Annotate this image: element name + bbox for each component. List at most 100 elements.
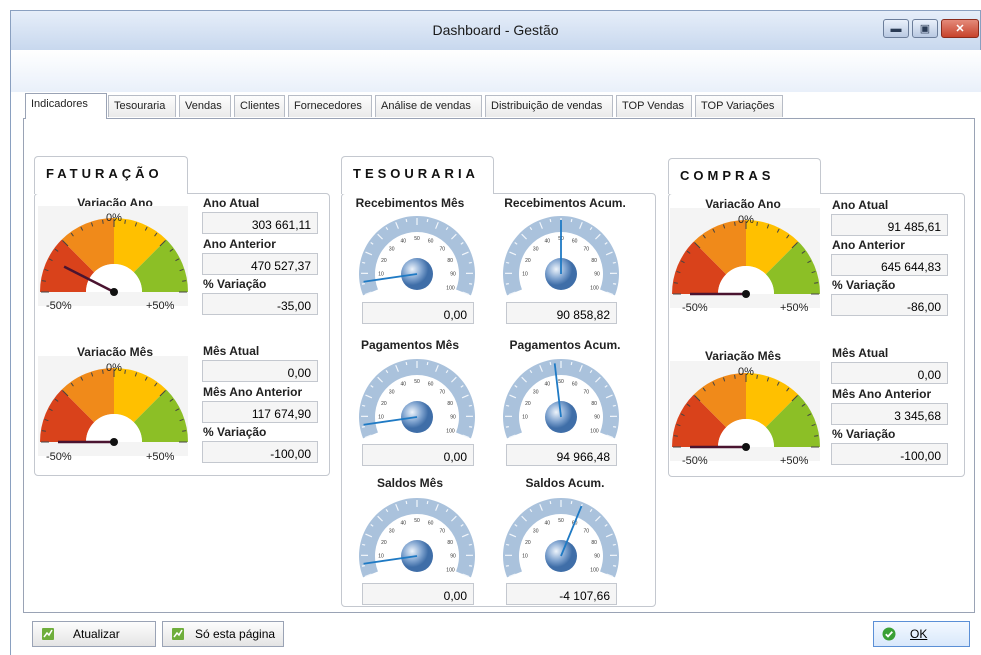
dial-tick-label: 80 [591, 258, 597, 264]
dial-tick-label: 60 [572, 239, 578, 245]
dial-tick-label: 40 [545, 239, 551, 245]
dial-tick [362, 404, 366, 407]
faturacao-title: FATURAÇÃO [34, 156, 188, 194]
tab-indicadores[interactable]: Indicadores [25, 93, 107, 119]
tab-top-variacoes[interactable]: TOP Variações [695, 95, 783, 117]
compras-var-mes-label: % Variação [832, 427, 896, 441]
faturacao-gauge1-min: -50% [46, 300, 72, 312]
saldos-acum-label: Saldos Acum. [525, 476, 605, 490]
window-title: Dashboard - Gestão [432, 22, 559, 38]
page-chart-icon [172, 628, 184, 640]
tab-vendas[interactable]: Vendas [179, 95, 231, 117]
tab-fornecedores[interactable]: Fornecedores [288, 95, 372, 117]
tab-tesouraria[interactable]: Tesouraria [108, 95, 176, 117]
dial-tick-label: 60 [428, 521, 434, 527]
faturacao-mes-atual-field[interactable]: 0,00 [202, 360, 318, 382]
so-esta-pagina-button[interactable]: Só esta página [162, 621, 284, 647]
dial-tick-label: 90 [594, 415, 600, 421]
dial-tick [361, 426, 365, 428]
saldos-acum-field[interactable]: -4 107,66 [506, 583, 617, 605]
tab-analise-vendas[interactable]: Análise de vendas [375, 95, 482, 117]
dial-tick [505, 426, 509, 428]
compras-mes-atual-label: Mês Atual [832, 346, 889, 360]
dial-tick [426, 218, 429, 223]
compras-mes-ano-anterior-field[interactable]: 3 345,68 [831, 403, 948, 425]
faturacao-gauge2-min: -50% [46, 451, 72, 463]
dial-tick-label: 70 [440, 246, 446, 252]
faturacao-mes-ano-anterior-field[interactable]: 117 674,90 [202, 401, 318, 423]
dial-tick-label: 100 [446, 285, 455, 291]
tab-distribuicao-vendas[interactable]: Distribuição de vendas [485, 95, 613, 117]
gauge-tick [814, 282, 819, 284]
dial-tick-label: 70 [584, 528, 590, 534]
dial-tick [506, 404, 510, 407]
dial-tick-label: 10 [378, 272, 384, 278]
dial-tick-label: 100 [446, 428, 455, 434]
dial-tick [362, 261, 366, 264]
recebimentos-mes-field[interactable]: 0,00 [362, 302, 474, 324]
faturacao-ano-anterior-label: Ano Anterior [203, 237, 276, 251]
compras-var-ano-field[interactable]: -86,00 [831, 294, 948, 316]
faturacao-ano-anterior-field[interactable]: 470 527,37 [202, 253, 318, 275]
gauge-tick [756, 374, 758, 379]
faturacao-var-ano-field[interactable]: -35,00 [202, 293, 318, 315]
restore-button[interactable]: ▣ [912, 19, 938, 38]
pagamentos-acum-dial: 10203040 50 60708090100 [503, 359, 619, 439]
tab-clientes[interactable]: Clientes [234, 95, 285, 117]
dial-tick [549, 361, 552, 366]
dial-tick-label: 60 [428, 239, 434, 245]
dial-tick-label: 90 [594, 272, 600, 278]
pagamentos-mes-label: Pagamentos Mês [360, 338, 460, 352]
close-button[interactable]: ✕ [941, 19, 979, 38]
faturacao-ano-atual-label: Ano Atual [203, 196, 260, 210]
gauge-tick [41, 280, 46, 282]
pagamentos-acum-field[interactable]: 94 966,48 [506, 444, 617, 466]
dial-tick [505, 565, 509, 567]
ok-button[interactable]: OK [873, 621, 970, 647]
tab-top-vendas[interactable]: TOP Vendas [616, 95, 692, 117]
dial-tick [506, 261, 510, 264]
compras-ano-anterior-label: Ano Anterior [832, 238, 905, 252]
dial-tick [361, 565, 365, 567]
compras-gauge1-zero: 0% [738, 214, 754, 226]
saldos-mes-field[interactable]: 0,00 [362, 583, 474, 605]
compras-ano-atual-label: Ano Atual [832, 198, 889, 212]
atualizar-button[interactable]: Atualizar [32, 621, 156, 647]
dial-tick-label: 10 [522, 415, 528, 421]
dial-tick-label: 60 [428, 382, 434, 388]
dial-tick [612, 543, 616, 546]
compras-mes-atual-field[interactable]: 0,00 [831, 362, 948, 384]
faturacao-var-mes-field[interactable]: -100,00 [202, 441, 318, 463]
gauge-tick [814, 435, 819, 437]
compras-var-mes-field[interactable]: -100,00 [831, 443, 948, 465]
ok-label: OK [910, 627, 928, 641]
faturacao-gauge2-zero: 0% [106, 362, 122, 374]
recebimentos-acum-field[interactable]: 90 858,82 [506, 302, 617, 324]
compras-var-ano-label: % Variação [832, 278, 896, 292]
faturacao-ano-atual-field[interactable]: 303 661,11 [202, 212, 318, 234]
dial-tick [469, 565, 473, 567]
dial-tick [570, 500, 573, 505]
faturacao-gauge1-zero: 0% [106, 212, 122, 224]
dial-tick [613, 283, 617, 285]
dial-tick-label: 20 [381, 258, 387, 264]
compras-gauge2-max: +50% [780, 455, 809, 467]
gauge-needle-hub [742, 443, 750, 451]
dial-tick-label: 40 [545, 382, 551, 388]
recebimentos-acum-label: Recebimentos Acum. [504, 196, 626, 210]
header-band [11, 50, 981, 92]
dial-tick [612, 261, 616, 264]
compras-ano-atual-field[interactable]: 91 485,61 [831, 214, 948, 236]
pagamentos-acum-label: Pagamentos Acum. [509, 338, 621, 352]
dial-tick-label: 10 [522, 272, 528, 278]
dial-tick [468, 261, 472, 264]
pagamentos-mes-field[interactable]: 0,00 [362, 444, 474, 466]
dial-tick-label: 100 [590, 567, 599, 573]
minimize-button[interactable]: ▬ [883, 19, 909, 38]
dial-tick-label: 30 [533, 528, 539, 534]
dial-tick-label: 80 [447, 540, 453, 546]
compras-gauge2-min: -50% [682, 455, 708, 467]
gauge-needle-hub [110, 288, 118, 296]
dial-tick-label: 70 [440, 389, 446, 395]
compras-ano-anterior-field[interactable]: 645 644,83 [831, 254, 948, 276]
